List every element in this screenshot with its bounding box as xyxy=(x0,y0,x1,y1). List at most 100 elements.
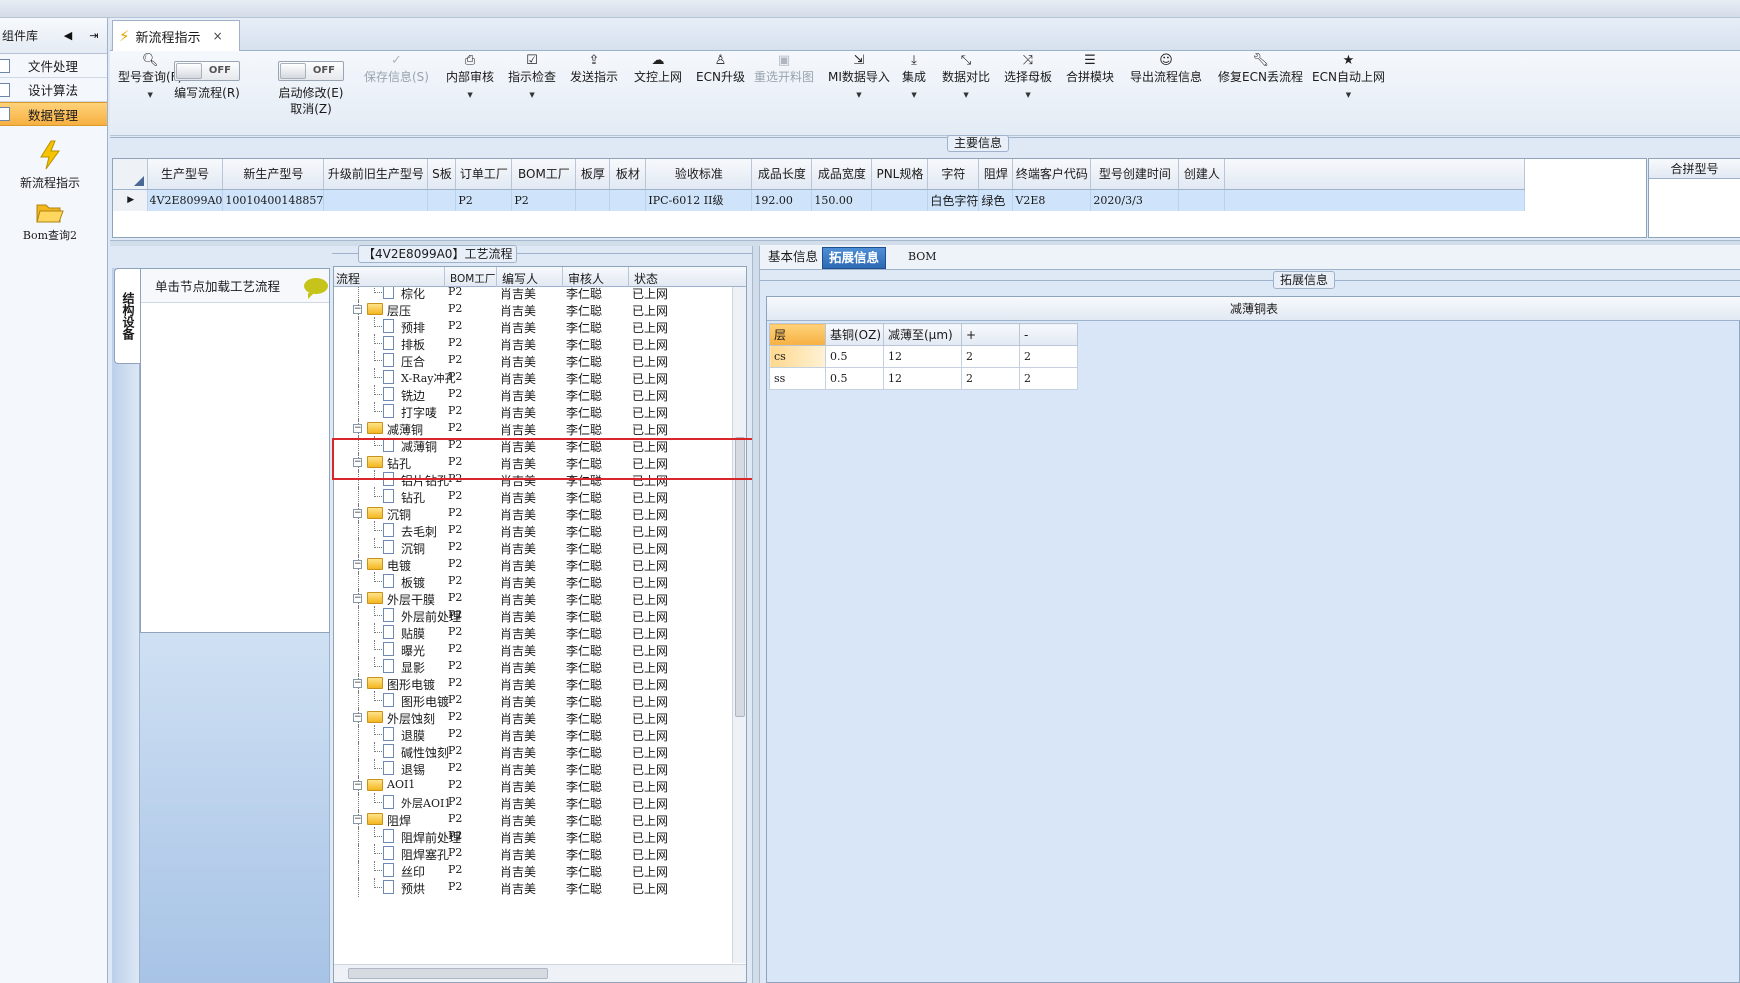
tab-new-flow[interactable]: ⚡ 新流程指示 × xyxy=(112,20,240,51)
collapse-icon[interactable]: − xyxy=(353,679,362,688)
column-header[interactable]: 创建人 xyxy=(1178,159,1226,190)
grid-cell[interactable] xyxy=(1178,189,1226,211)
ext-cell[interactable]: 12 xyxy=(883,345,962,368)
ext-cell[interactable]: 12 xyxy=(883,367,962,390)
ext-cell[interactable]: 2 xyxy=(961,367,1020,390)
column-header[interactable]: 订单工厂 xyxy=(455,159,513,190)
ext-cell[interactable]: 2 xyxy=(1019,367,1078,390)
tree-column-header[interactable]: 状态 xyxy=(634,270,658,287)
grid-cell[interactable] xyxy=(427,189,457,211)
ext-column-header[interactable]: 基铜(OZ) xyxy=(825,323,884,346)
column-header[interactable]: 验收标准 xyxy=(645,159,753,190)
detail-tab[interactable]: BOM xyxy=(902,247,943,269)
integrate-button[interactable]: ⤓ 集成 ▼ xyxy=(902,53,926,103)
ext-cell[interactable]: 2 xyxy=(961,345,1020,368)
ext-cell[interactable]: 0.5 xyxy=(825,345,884,368)
collapse-icon[interactable]: − xyxy=(353,815,362,824)
collapse-left-icon[interactable]: ◀ xyxy=(55,29,81,42)
ext-column-header[interactable]: 减薄至(μm) xyxy=(883,323,962,346)
cancel-edit-label[interactable]: 取消(Z) xyxy=(290,102,332,116)
column-header[interactable]: 型号创建时间 xyxy=(1090,159,1180,190)
tree-row[interactable]: 预烘 P2 肖吉美 李仁聪 已上网 xyxy=(334,878,734,897)
mi-import-button[interactable]: ⇲ MI数据导入 ▼ xyxy=(828,53,890,103)
tree-column-header[interactable]: 审核人 xyxy=(568,270,604,287)
grid-cell[interactable]: P2 xyxy=(511,189,577,211)
column-header[interactable]: 成品宽度 xyxy=(811,159,873,190)
nav-item[interactable]: 设计算法 xyxy=(0,78,107,102)
ext-column-header[interactable]: - xyxy=(1019,323,1078,346)
grid-cell[interactable]: 白色字符 xyxy=(927,189,980,211)
nav-item[interactable]: 数据管理 xyxy=(0,102,107,126)
ext-cell[interactable]: cs xyxy=(769,345,826,368)
new-flow-tool[interactable]: 新流程指示 xyxy=(0,140,100,191)
close-icon[interactable]: × xyxy=(213,29,223,43)
column-header[interactable]: 阻焊 xyxy=(978,159,1014,190)
ext-row[interactable]: ss 0.5 12 2 2 xyxy=(769,367,1078,390)
detail-tab[interactable]: 基本信息 xyxy=(762,247,824,269)
column-header[interactable]: BOM工厂 xyxy=(511,159,577,190)
ext-cell[interactable]: ss xyxy=(769,367,826,390)
reselect-chart-button[interactable]: ▣ 重选开料图 xyxy=(754,53,814,85)
grid-cell[interactable]: V2E8 xyxy=(1012,189,1092,211)
model-query-button[interactable]: 🔍︎ 型号查询(F) ▼ xyxy=(118,53,182,103)
column-header[interactable]: PNL规格 xyxy=(871,159,929,190)
doc-upload-button[interactable]: ☁ 文控上网 xyxy=(634,53,682,85)
export-flow-button[interactable]: ☺ 导出流程信息 xyxy=(1130,53,1202,85)
tab-structure[interactable]: 结构设备 xyxy=(114,268,140,364)
start-edit-switch[interactable]: OFF xyxy=(278,61,344,81)
grid-cell[interactable] xyxy=(871,189,929,211)
merge-module-button[interactable]: ☰ 合拼模块 xyxy=(1066,53,1114,85)
ext-cell[interactable]: 0.5 xyxy=(825,367,884,390)
grid-cell[interactable]: 192.00 xyxy=(751,189,813,211)
grid-cell[interactable] xyxy=(575,189,611,211)
column-header[interactable]: 板厚 xyxy=(575,159,611,190)
ext-column-header[interactable]: 层 xyxy=(769,323,826,346)
edit-flow-switch[interactable]: OFF xyxy=(174,61,240,81)
ext-cell[interactable]: 2 xyxy=(1019,345,1078,368)
column-header[interactable]: 升级前旧生产型号 xyxy=(323,159,429,190)
ext-column-header[interactable]: + xyxy=(961,323,1020,346)
edit-flow-toggle[interactable]: OFF 编写流程(R) xyxy=(174,53,240,101)
data-compare-button[interactable]: ⤡ 数据对比 ▼ xyxy=(942,53,990,103)
horizontal-scrollbar[interactable] xyxy=(334,964,746,982)
main-info-row[interactable]: ▶ 4V2E8099A0 10010400148857 P2 P2 IPC-6012 II… xyxy=(113,189,1526,211)
grid-cell[interactable]: P2 xyxy=(455,189,513,211)
internal-review-button[interactable]: ⎙ 内部审核 ▼ xyxy=(446,53,494,103)
detail-tab[interactable]: 拓展信息 xyxy=(822,247,887,269)
collapse-icon[interactable]: − xyxy=(353,424,362,433)
tree-column-header[interactable]: BOM工厂 xyxy=(450,271,495,286)
grid-cell[interactable]: 4V2E8099A0 xyxy=(147,189,224,211)
bom-query-tool[interactable]: Bom查询2 xyxy=(0,201,100,243)
collapse-icon[interactable]: − xyxy=(353,781,362,790)
instruction-check-button[interactable]: ☑ 指示检查 ▼ xyxy=(508,53,556,103)
save-info-button[interactable]: ✓ 保存信息(S) xyxy=(364,53,429,85)
collapse-icon[interactable]: − xyxy=(353,560,362,569)
column-header[interactable]: 生产型号 xyxy=(147,159,224,190)
grid-cell[interactable]: 10010400148857 xyxy=(222,189,325,211)
grid-cell[interactable]: IPC-6012 II级 xyxy=(645,189,753,211)
scroll-thumb[interactable] xyxy=(348,968,548,979)
column-header[interactable]: 新生产型号 xyxy=(222,159,325,190)
collapse-icon[interactable]: − xyxy=(353,713,362,722)
tree-column-header[interactable]: 流程 xyxy=(336,270,360,287)
column-header[interactable]: 终端客户代码 xyxy=(1012,159,1092,190)
grid-cell[interactable] xyxy=(323,189,429,211)
start-edit-toggle[interactable]: OFF 启动修改(E) 取消(Z) xyxy=(278,53,344,117)
vertical-splitter[interactable] xyxy=(752,246,760,983)
column-header[interactable]: 字符 xyxy=(927,159,980,190)
repair-ecn-button[interactable]: 🔧︎ 修复ECN丢流程 xyxy=(1218,53,1303,85)
column-header[interactable]: 成品长度 xyxy=(751,159,813,190)
grid-cell[interactable]: 绿色 xyxy=(978,189,1014,211)
grid-cell[interactable]: 150.00 xyxy=(811,189,873,211)
column-header[interactable]: 板材 xyxy=(609,159,647,190)
pin-icon[interactable]: ⇥ xyxy=(81,29,107,42)
nav-item[interactable]: 文件处理 xyxy=(0,54,107,78)
ecn-upgrade-button[interactable]: ♙ ECN升级 xyxy=(696,53,745,85)
grid-cell[interactable]: 2020/3/3 xyxy=(1090,189,1180,211)
ext-row[interactable]: cs 0.5 12 2 2 xyxy=(769,345,1078,368)
column-header[interactable]: S板 xyxy=(427,159,457,190)
collapse-icon[interactable]: − xyxy=(353,594,362,603)
collapse-icon[interactable]: − xyxy=(353,509,362,518)
tree-column-header[interactable]: 编写人 xyxy=(502,270,538,287)
send-instruction-button[interactable]: ⇪ 发送指示 xyxy=(570,53,618,85)
